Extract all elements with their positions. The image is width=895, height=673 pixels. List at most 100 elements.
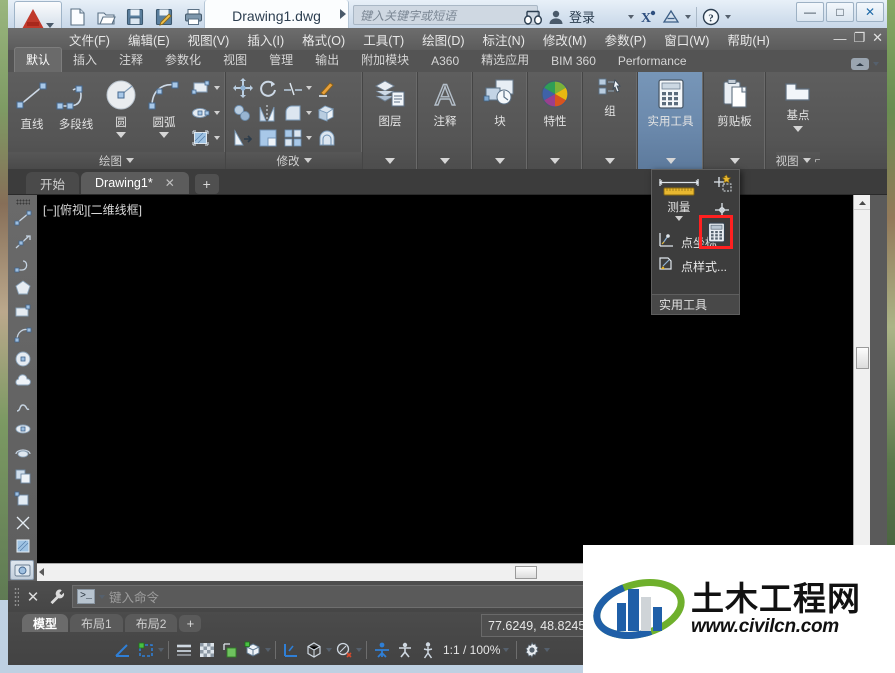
save-as-icon[interactable] [151, 4, 177, 30]
gear-icon[interactable] [521, 639, 543, 661]
rectangle-icon[interactable] [11, 301, 35, 323]
a360-chevron-down-icon[interactable] [685, 14, 692, 19]
polyline-tool[interactable]: 多段线 [54, 76, 98, 132]
panel-properties-expand[interactable] [550, 152, 560, 169]
search-expand-icon[interactable] [340, 9, 346, 19]
array-tool[interactable] [281, 126, 305, 150]
panel-view-body[interactable]: 基点 [782, 72, 814, 152]
rectangle-tool[interactable] [189, 76, 213, 100]
isolate-chevron-down-icon[interactable] [326, 648, 332, 652]
circle-tool[interactable]: 圆 [101, 76, 141, 138]
panel-block-expand[interactable] [495, 152, 505, 169]
polygon-icon[interactable] [11, 277, 35, 299]
signin-label[interactable]: 登录 [569, 7, 595, 26]
utilities-chevron-down-icon[interactable] [665, 157, 676, 164]
print-icon[interactable] [180, 4, 206, 30]
scroll-left-icon[interactable] [39, 568, 44, 576]
hatch-icon[interactable] [11, 535, 35, 557]
annotation-chevron-down-icon[interactable] [356, 648, 362, 652]
panel-clipboard-body[interactable]: 剪贴板 [717, 72, 752, 152]
save-icon[interactable] [122, 4, 148, 30]
quick-select-icon[interactable] [711, 173, 733, 198]
quick-calc-icon[interactable] [704, 220, 728, 244]
scale-tool[interactable] [256, 126, 280, 150]
polyline-icon[interactable] [11, 254, 35, 276]
annotation-scale-value[interactable]: 1:1 / 100% [440, 643, 512, 657]
tab-bim360[interactable]: BIM 360 [540, 51, 607, 72]
drawing-canvas[interactable]: [−][俯视][二维线框] [37, 195, 870, 563]
camera-view-icon[interactable] [10, 560, 34, 580]
spline-icon[interactable] [11, 394, 35, 416]
panel-utilities[interactable]: 实用工具 [638, 72, 704, 169]
scroll-up-icon[interactable] [854, 195, 870, 210]
layout-tab-layout1[interactable]: 布局1 [70, 614, 123, 632]
panel-group-expand[interactable] [605, 152, 615, 169]
tab-addins[interactable]: 附加模块 [350, 48, 420, 72]
ucs-icon[interactable] [280, 639, 302, 661]
basepoint-chevron-down-icon[interactable] [793, 126, 803, 132]
viewport-label[interactable]: [−][俯视][二维线框] [43, 201, 142, 218]
revision-cloud-icon[interactable] [11, 371, 35, 393]
panel-clipboard-expand[interactable] [729, 152, 740, 169]
match-properties-tool[interactable] [315, 76, 339, 100]
annotation-scale-icon[interactable] [394, 639, 416, 661]
snap-chevron-down-icon[interactable] [158, 648, 164, 652]
file-tab-drawing1[interactable]: Drawing1* ✕ [81, 172, 189, 194]
lineweight-icon[interactable] [173, 639, 195, 661]
mirror-tool[interactable] [256, 101, 280, 125]
command-line-options-icon[interactable] [47, 587, 67, 607]
panel-block-body[interactable]: 块 [483, 72, 517, 152]
trim-chevron-down-icon[interactable] [306, 86, 312, 90]
file-tab-start[interactable]: 开始 [26, 172, 80, 194]
3d-snap-chevron-down-icon[interactable] [265, 648, 271, 652]
open-file-icon[interactable] [93, 4, 119, 30]
properties-chevron-down-icon[interactable] [550, 157, 560, 164]
hatch-chevron-down-icon[interactable] [214, 136, 220, 140]
panel-layers-body[interactable]: 图层 [373, 72, 407, 152]
point-style-item[interactable]: 点样式... [652, 254, 739, 278]
panel-view-title[interactable]: 视图 ⌐ [775, 152, 821, 169]
annotation-monitor-icon[interactable] [417, 639, 439, 661]
fillet-chevron-down-icon[interactable] [306, 111, 312, 115]
menu-item-help[interactable]: 帮助(H) [718, 28, 778, 51]
tab-output[interactable]: 输出 [304, 48, 350, 72]
make-block-icon[interactable] [11, 488, 35, 510]
menu-item-window[interactable]: 窗口(W) [655, 28, 718, 51]
copy-tool[interactable] [231, 101, 255, 125]
rotate-tool[interactable] [256, 76, 280, 100]
annotation-visibility-icon[interactable] [333, 639, 355, 661]
ribbon-options-chevron-down-icon[interactable] [873, 62, 879, 66]
toolbar-grip[interactable] [15, 199, 30, 205]
circle-icon[interactable] [11, 348, 35, 370]
vertical-scrollbar[interactable] [853, 195, 870, 563]
panel-modify-chevron-down-icon[interactable] [303, 158, 312, 163]
horizontal-scroll-thumb[interactable] [515, 566, 537, 579]
tab-performance[interactable]: Performance [607, 51, 698, 72]
ellipse-tool[interactable] [189, 101, 213, 125]
move-tool[interactable] [231, 76, 255, 100]
inner-minimize-button[interactable]: — [833, 31, 846, 46]
autodesk-360-icon[interactable] [662, 5, 680, 29]
snap-mode-icon[interactable] [135, 639, 157, 661]
selection-cycling-icon[interactable] [219, 639, 241, 661]
tab-annotate[interactable]: 注释 [108, 48, 154, 72]
tab-parametric[interactable]: 参数化 [154, 48, 212, 72]
ribbon-minimize-icon[interactable] [851, 58, 869, 70]
coordinate-display[interactable]: 77.6249, 48.8245 [481, 614, 591, 637]
tab-home[interactable]: 默认 [14, 47, 63, 72]
panel-annotation-body[interactable]: A 注释 [430, 72, 460, 152]
fillet-tool[interactable] [281, 101, 305, 125]
rectangle-chevron-down-icon[interactable] [214, 86, 220, 90]
point-icon[interactable] [11, 512, 35, 534]
panel-utilities-expand[interactable] [665, 152, 676, 169]
panel-utilities-body[interactable]: 实用工具 [648, 72, 694, 152]
minimize-button[interactable]: — [796, 2, 824, 22]
tab-a360[interactable]: A360 [420, 51, 470, 72]
group-chevron-down-icon[interactable] [605, 157, 615, 164]
new-file-tab-button[interactable]: + [194, 174, 219, 194]
tab-featured-apps[interactable]: 精选应用 [470, 48, 540, 72]
panel-layers-expand[interactable] [385, 152, 395, 169]
3d-object-snap-icon[interactable] [242, 639, 264, 661]
panel-properties-body[interactable]: 特性 [539, 72, 571, 152]
transparency-icon[interactable] [196, 639, 218, 661]
